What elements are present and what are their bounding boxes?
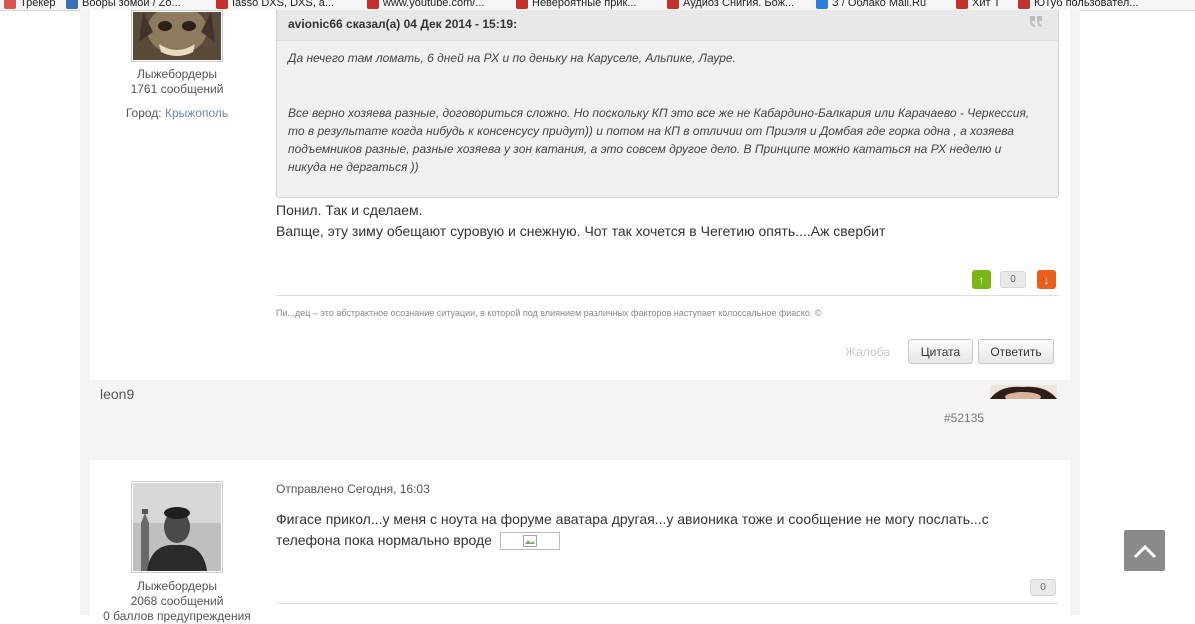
arrow-up-icon: ↑ <box>978 272 985 287</box>
city-label: Город: <box>125 106 162 120</box>
divider <box>276 295 1059 296</box>
rating-count: 0 <box>1000 271 1026 288</box>
reply-button[interactable]: Ответить <box>978 339 1054 364</box>
warning-points: 0 баллов предупреждения <box>103 609 251 623</box>
messages-count: 1761 сообщений <box>130 82 224 96</box>
quote-author: avionic66 сказал(а) 04 Дек 2014 - 15:19: <box>288 17 518 31</box>
messages-count: 2068 сообщений <box>130 594 224 608</box>
user-meta: Лыжебордеры 1761 сообщений Город: Крыжоп… <box>87 67 267 121</box>
post-body: Понил. Так и сделаем. Вапще, эту зиму об… <box>276 202 886 239</box>
quote-block: avionic66 сказал(а) 04 Дек 2014 - 15:19:… <box>276 10 1059 198</box>
youtube-icon <box>667 0 679 9</box>
quote-paragraph: Да нечего там ломать, 6 дней на РХ и по … <box>288 51 736 65</box>
avatar-image <box>133 483 221 571</box>
youtube-icon <box>216 0 228 9</box>
post-username[interactable]: leon9 <box>100 386 134 402</box>
vote-down-button[interactable]: ↓ <box>1037 270 1056 289</box>
youtube-icon <box>367 0 379 9</box>
arrow-down-icon: ↓ <box>1043 272 1050 287</box>
quote-paragraph: Все верно хозяева разные, договориться с… <box>288 106 1030 174</box>
post-sent-date: Отправлено Сегодня, 16:03 <box>276 482 430 496</box>
user-meta: Лыжебордеры 2068 сообщений 0 баллов пред… <box>87 579 267 624</box>
avatar-image <box>990 385 1057 399</box>
divider <box>276 603 1059 604</box>
bookmark-icon <box>4 0 16 9</box>
cloud-icon <box>816 0 828 9</box>
rating-count: 0 <box>1030 579 1056 596</box>
quote-header: avionic66 сказал(а) 04 Дек 2014 - 15:19: <box>277 10 1058 41</box>
bookmark-item[interactable]: Трекер <box>4 0 56 10</box>
broken-image <box>499 532 560 551</box>
bookmark-icon <box>956 0 968 9</box>
user-city: Город: Крыжополь <box>87 106 267 121</box>
bookmark-icon <box>66 0 78 9</box>
youtube-icon <box>1018 0 1030 9</box>
user-group: Лыжебордеры <box>137 67 217 81</box>
avatar[interactable] <box>131 481 223 573</box>
youtube-icon <box>516 0 528 9</box>
avatar[interactable] <box>990 385 1057 399</box>
city-link[interactable]: Крыжополь <box>165 106 228 120</box>
post-number-link[interactable]: #52135 <box>944 411 984 425</box>
broken-image-icon <box>522 535 537 548</box>
complaint-link[interactable]: Жалоба <box>845 345 890 359</box>
signature: Пи...дец – это абстрактное осознание сит… <box>276 308 822 318</box>
quote-icon[interactable] <box>1028 14 1044 28</box>
scroll-top-button[interactable] <box>1124 530 1165 571</box>
avatar[interactable] <box>131 10 223 62</box>
quote-button[interactable]: Цитата <box>908 339 973 364</box>
avatar-image <box>133 11 221 60</box>
vote-up-button[interactable]: ↑ <box>972 270 991 289</box>
user-group: Лыжебордеры <box>137 579 217 593</box>
post-body: Фигасе прикол...у меня с ноута на форуме… <box>276 509 989 551</box>
chevron-up-icon <box>1133 544 1156 558</box>
